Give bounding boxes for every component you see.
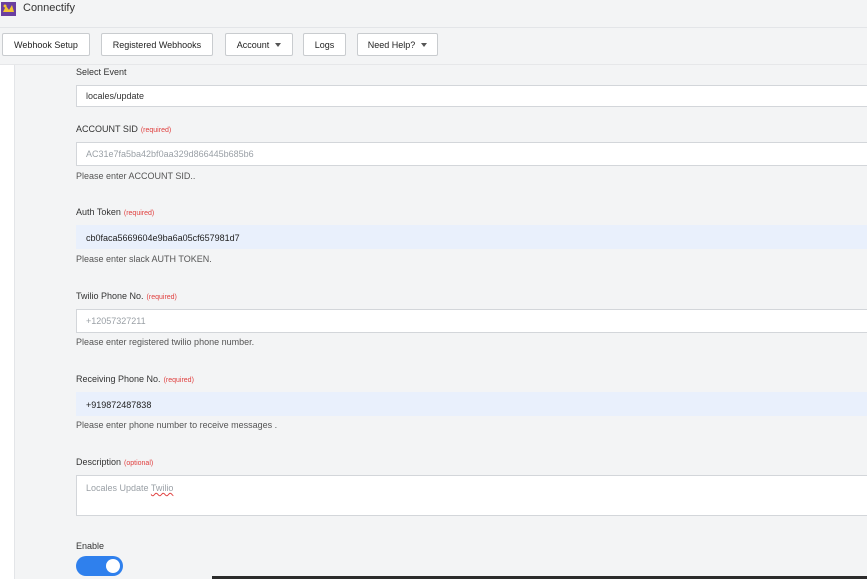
select-event-dropdown[interactable]: locales/update [76, 85, 867, 107]
select-event-label: Select Event [76, 67, 127, 77]
select-event-label-text: Select Event [76, 67, 127, 77]
need-help-label: Need Help? [367, 40, 416, 50]
chevron-down-icon [421, 43, 428, 47]
receiving-phone-input[interactable]: +919872487838 [76, 392, 867, 416]
auth-token-label: Auth Token (required) [76, 207, 154, 217]
auth-token-help: Please enter slack AUTH TOKEN. [76, 254, 212, 264]
account-sid-help: Please enter ACCOUNT SID.. [76, 171, 196, 181]
twilio-phone-placeholder: +12057327211 [86, 316, 146, 326]
description-label: Description (optional) [76, 457, 153, 467]
account-dropdown[interactable]: Account [225, 33, 293, 56]
webhook-form: Select Event locales/update ACCOUNT SID(… [0, 65, 867, 579]
twilio-phone-label-text: Twilio Phone No. [76, 291, 144, 301]
required-tag: (required) [146, 294, 177, 301]
required-tag: (required) [140, 127, 172, 134]
receiving-phone-label: Receiving Phone No. (required) [76, 374, 194, 384]
twilio-phone-input[interactable]: +12057327211 [76, 309, 867, 333]
registered-webhooks-label: Registered Webhooks [112, 40, 202, 50]
app-logo-icon [1, 2, 16, 16]
logs-label: Logs [314, 40, 335, 50]
enable-label-text: Enable [76, 541, 105, 551]
description-textarea[interactable]: Locales Update Twilio [76, 475, 867, 516]
optional-tag: (optional) [124, 460, 154, 467]
need-help-dropdown[interactable]: Need Help? [357, 33, 438, 56]
auth-token-label-text: Auth Token [76, 207, 121, 217]
toolbar: Webhook Setup Registered Webhooks Accoun… [0, 28, 867, 65]
auth-token-input[interactable]: cb0faca5669604e9ba6a05cf657981d7 [76, 225, 867, 249]
logs-button[interactable]: Logs [303, 33, 346, 56]
webhook-setup-button[interactable]: Webhook Setup [2, 33, 90, 56]
webhook-setup-label: Webhook Setup [14, 40, 78, 50]
registered-webhooks-button[interactable]: Registered Webhooks [101, 33, 213, 56]
auth-token-value: cb0faca5669604e9ba6a05cf657981d7 [86, 233, 240, 243]
twilio-phone-label: Twilio Phone No. (required) [76, 291, 177, 301]
account-sid-label: ACCOUNT SID (required) [76, 124, 171, 134]
required-tag: (required) [123, 210, 155, 217]
description-label-text: Description [76, 457, 122, 467]
account-label: Account [236, 40, 270, 50]
account-sid-label-text: ACCOUNT SID [76, 124, 138, 134]
receiving-phone-help: Please enter phone number to receive mes… [76, 420, 278, 430]
title-bar: Connectify [0, 0, 867, 28]
enable-toggle[interactable] [76, 556, 123, 576]
chevron-down-icon [275, 43, 282, 47]
select-event-value: locales/update [86, 91, 145, 101]
account-sid-input[interactable]: AC31e7fa5ba42bf0aa329d866445b685b6 [76, 142, 867, 166]
description-placeholder: Locales Update [86, 483, 151, 493]
toggle-knob [106, 559, 120, 573]
receiving-phone-value: +919872487838 [86, 400, 152, 410]
spellcheck-word: Twilio [150, 483, 174, 493]
app-title: Connectify [23, 2, 75, 14]
account-sid-placeholder: AC31e7fa5ba42bf0aa329d866445b685b6 [86, 149, 254, 159]
enable-label: Enable [76, 541, 104, 551]
receiving-phone-label-text: Receiving Phone No. [76, 374, 161, 384]
twilio-phone-help: Please enter registered twilio phone num… [76, 337, 255, 347]
required-tag: (required) [163, 377, 194, 384]
